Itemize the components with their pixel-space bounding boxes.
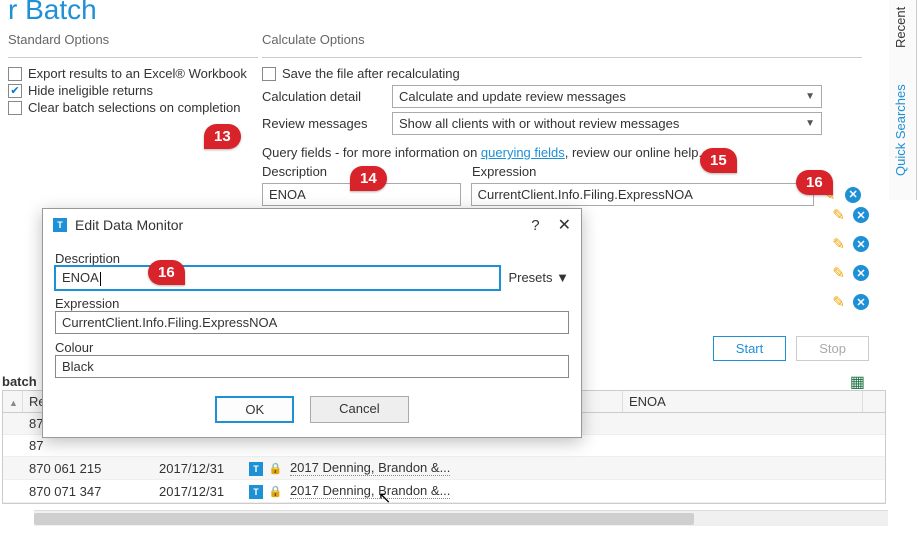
- expr-input[interactable]: CurrentClient.Info.Filing.ExpressNOA: [55, 311, 569, 334]
- desc-input-value: ENOA: [62, 270, 99, 285]
- file-link[interactable]: 2017 Denning, Brandon &...: [290, 460, 450, 476]
- chk-save-label: Save the file after recalculating: [282, 66, 460, 81]
- chk-save-row[interactable]: Save the file after recalculating: [262, 66, 862, 81]
- table-row[interactable]: 870 071 347 2017/12/31 T 🔒 2017 Denning,…: [3, 480, 885, 503]
- cell-name[interactable]: T 🔒 2017 Denning, Brandon &...: [243, 480, 623, 502]
- batch-label: batch: [2, 374, 37, 389]
- query-expr-input[interactable]: CurrentClient.Info.Filing.ExpressNOA: [471, 183, 815, 206]
- file-link[interactable]: 2017 Denning, Brandon &...: [290, 483, 450, 499]
- chk-export-label: Export results to an Excel® Workbook: [28, 66, 247, 81]
- action-buttons: Start Stop: [713, 336, 869, 361]
- pencil-icon[interactable]: ✎: [832, 235, 845, 253]
- close-circle-icon: ✕: [845, 187, 861, 203]
- review-msg-dropdown[interactable]: Show all clients with or without review …: [392, 112, 822, 135]
- dialog-help-button[interactable]: ?: [531, 217, 539, 234]
- table-row[interactable]: 87: [3, 435, 885, 457]
- tab-quick-searches[interactable]: Quick Searches: [889, 60, 917, 200]
- cell-re: 870 071 347: [23, 481, 153, 502]
- row-actions-column: ✎ ✕ ✎ ✕ ✎ ✕ ✎ ✕: [832, 206, 869, 311]
- calc-detail-value: Calculate and update review messages: [399, 89, 626, 104]
- sort-asc-icon: ▲: [9, 398, 18, 408]
- app-icon: T: [53, 218, 67, 232]
- review-msg-label: Review messages: [262, 116, 392, 131]
- text-caret: [100, 272, 101, 286]
- desc-input[interactable]: ENOA: [55, 266, 500, 290]
- dialog-close-button[interactable]: ✕: [558, 215, 571, 235]
- query-help-suffix: , review our online help.: [565, 145, 702, 160]
- standard-options-panel: Standard Options Export results to an Ex…: [8, 32, 258, 117]
- chk-hide-label: Hide ineligible returns: [28, 83, 153, 98]
- review-msg-row: Review messages Show all clients with or…: [262, 112, 862, 135]
- chk-clear-row[interactable]: Clear batch selections on completion: [8, 100, 258, 115]
- cell-date: 2017/12/31: [153, 481, 243, 502]
- calc-detail-label: Calculation detail: [262, 89, 392, 104]
- edit-data-monitor-dialog: T Edit Data Monitor ? ✕ Description ENOA…: [42, 208, 582, 438]
- querying-fields-link[interactable]: querying fields: [481, 145, 565, 160]
- col-enoa[interactable]: ENOA: [623, 391, 863, 412]
- horizontal-scrollbar[interactable]: [34, 510, 888, 526]
- desc-label: Description: [55, 251, 569, 266]
- callout-16-dialog: 16: [148, 260, 185, 285]
- checkbox-icon[interactable]: [8, 101, 22, 115]
- checkbox-icon[interactable]: [8, 84, 22, 98]
- delete-row-button[interactable]: ✕: [844, 186, 862, 204]
- lock-icon: 🔒: [269, 463, 283, 475]
- cell-re: 87: [23, 435, 153, 456]
- table-row[interactable]: 870 061 215 2017/12/31 T 🔒 2017 Denning,…: [3, 457, 885, 480]
- dialog-title: Edit Data Monitor: [75, 217, 183, 233]
- chevron-down-icon: ▼: [805, 91, 815, 102]
- close-circle-icon[interactable]: ✕: [853, 236, 869, 252]
- side-tabs: Recent Quick Searches: [889, 0, 917, 534]
- pencil-icon[interactable]: ✎: [832, 264, 845, 282]
- dialog-body: Description ENOA Presets ▼ Expression Cu…: [43, 241, 581, 384]
- review-msg-value: Show all clients with or without review …: [399, 116, 679, 131]
- start-button[interactable]: Start: [713, 336, 786, 361]
- page-title-fragment: r Batch: [8, 0, 97, 26]
- standard-options-header: Standard Options: [8, 32, 258, 51]
- query-help-prefix: Query fields - for more information on: [262, 145, 481, 160]
- callout-14: 14: [350, 166, 387, 191]
- dialog-titlebar: T Edit Data Monitor ? ✕: [43, 209, 581, 241]
- callout-15: 15: [700, 148, 737, 173]
- cell-re: 870 061 215: [23, 458, 153, 479]
- cancel-button[interactable]: Cancel: [310, 396, 408, 423]
- lock-icon: 🔒: [269, 486, 283, 498]
- document-icon: T: [249, 462, 263, 476]
- document-icon: T: [249, 485, 263, 499]
- close-circle-icon[interactable]: ✕: [853, 294, 869, 310]
- pencil-icon[interactable]: ✎: [832, 206, 845, 224]
- colour-input[interactable]: Black: [55, 355, 569, 378]
- excel-export-icon[interactable]: ▦: [850, 372, 865, 392]
- pencil-icon[interactable]: ✎: [832, 293, 845, 311]
- checkbox-icon[interactable]: [8, 67, 22, 81]
- close-circle-icon[interactable]: ✕: [853, 207, 869, 223]
- checkbox-icon[interactable]: [262, 67, 276, 81]
- cell-name[interactable]: T 🔒 2017 Denning, Brandon &...: [243, 457, 623, 479]
- col-sort[interactable]: ▲: [3, 391, 23, 412]
- query-expr-header: Expression: [472, 164, 536, 179]
- tab-recent[interactable]: Recent: [889, 0, 917, 60]
- cell-date: 2017/12/31: [153, 458, 243, 479]
- dialog-buttons: OK Cancel: [43, 384, 581, 437]
- stop-button: Stop: [796, 336, 869, 361]
- chevron-down-icon: ▼: [805, 118, 815, 129]
- ok-button[interactable]: OK: [215, 396, 294, 423]
- calc-options-header: Calculate Options: [262, 32, 862, 51]
- chk-clear-label: Clear batch selections on completion: [28, 100, 240, 115]
- chk-hide-row[interactable]: Hide ineligible returns: [8, 83, 258, 98]
- query-help-text: Query fields - for more information on q…: [262, 145, 862, 160]
- expr-label: Expression: [55, 296, 569, 311]
- scrollbar-thumb[interactable]: [34, 513, 694, 525]
- calc-detail-dropdown[interactable]: Calculate and update review messages ▼: [392, 85, 822, 108]
- close-circle-icon[interactable]: ✕: [853, 265, 869, 281]
- callout-13: 13: [204, 124, 241, 149]
- chk-export-row[interactable]: Export results to an Excel® Workbook: [8, 66, 258, 81]
- colour-label: Colour: [55, 340, 569, 355]
- mouse-cursor-icon: ↖: [378, 488, 391, 508]
- callout-16: 16: [796, 170, 833, 195]
- calc-detail-row: Calculation detail Calculate and update …: [262, 85, 862, 108]
- presets-dropdown[interactable]: Presets ▼: [508, 270, 569, 285]
